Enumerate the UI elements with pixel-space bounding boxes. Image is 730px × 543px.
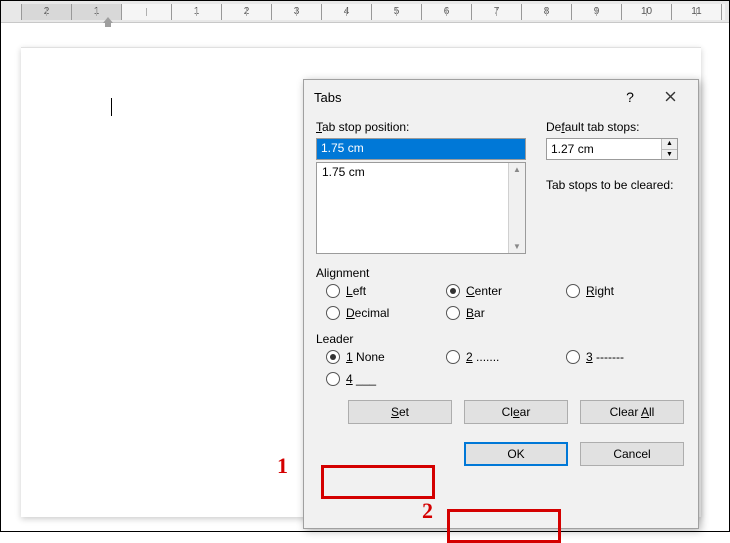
tab-stop-listbox[interactable]: 1.75 cm ▲ ▼ xyxy=(316,162,526,254)
tab-stops-cleared-label: Tab stops to be cleared: xyxy=(546,178,686,192)
close-icon[interactable] xyxy=(650,82,690,112)
alignment-right-radio[interactable]: Right xyxy=(566,284,676,298)
tab-stop-position-label: TTab stop position:ab stop position: xyxy=(316,120,536,134)
clear-button[interactable]: Clear xyxy=(464,400,568,424)
default-tab-stops-label: Default tab stops: xyxy=(546,120,686,134)
clear-all-button[interactable]: Clear All xyxy=(580,400,684,424)
ruler-tick: 12 xyxy=(721,4,725,20)
alignment-left-radio[interactable]: Left xyxy=(326,284,446,298)
text-cursor xyxy=(111,98,112,116)
indent-marker-icon[interactable] xyxy=(103,17,113,27)
help-icon[interactable]: ? xyxy=(610,82,650,112)
spin-down-icon[interactable]: ▼ xyxy=(662,150,677,160)
ok-button[interactable]: OK xyxy=(464,442,568,466)
callout-1: 1 xyxy=(277,453,288,479)
spin-up-icon[interactable]: ▲ xyxy=(662,139,677,150)
dialog-titlebar: Tabs ? xyxy=(304,80,698,114)
ruler-area: 21123456789101112 xyxy=(1,1,729,23)
dialog-title: Tabs xyxy=(314,90,610,105)
tabs-dialog: Tabs ? TTab stop position:ab stop positi… xyxy=(303,79,699,529)
tab-stop-position-input[interactable]: 1.75 cm xyxy=(316,138,526,160)
scrollbar[interactable]: ▲ ▼ xyxy=(508,163,525,253)
leader-2-radio[interactable]: 2 ....... xyxy=(446,350,566,364)
alignment-decimal-radio[interactable]: Decimal xyxy=(326,306,446,320)
leader-label: Leader xyxy=(316,332,686,346)
leader-3-radio[interactable]: 3 ------- xyxy=(566,350,676,364)
leader-4-radio[interactable]: 4 ___ xyxy=(326,372,446,386)
alignment-bar-radio[interactable]: Bar xyxy=(446,306,566,320)
list-item[interactable]: 1.75 cm xyxy=(318,164,524,180)
alignment-label: Alignment xyxy=(316,266,686,280)
alignment-center-radio[interactable]: Center xyxy=(446,284,566,298)
set-button[interactable]: Set xyxy=(348,400,452,424)
cancel-button[interactable]: Cancel xyxy=(580,442,684,466)
default-tab-stops-input[interactable]: 1.27 cm ▲ ▼ xyxy=(546,138,678,160)
scroll-down-icon[interactable]: ▼ xyxy=(513,242,521,251)
callout-2: 2 xyxy=(422,498,433,524)
scroll-up-icon[interactable]: ▲ xyxy=(513,165,521,174)
leader-1-none-radio[interactable]: 1 None xyxy=(326,350,446,364)
horizontal-ruler[interactable]: 21123456789101112 xyxy=(21,4,725,20)
